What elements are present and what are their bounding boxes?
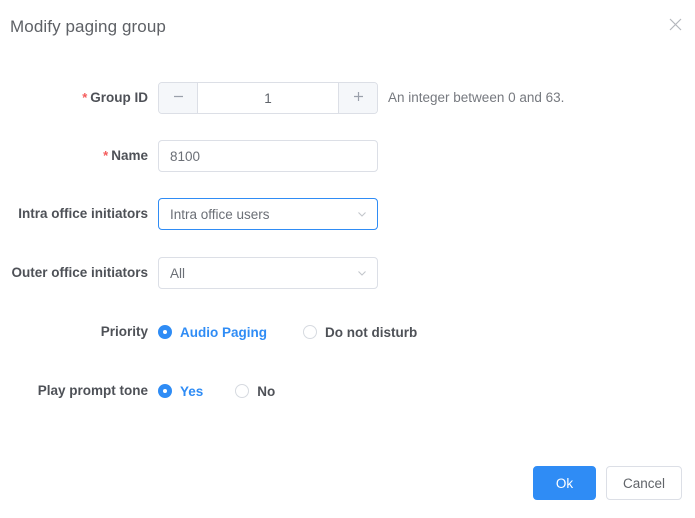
radio-play-prompt-tone-no[interactable]: No [235,384,275,399]
label-priority: Priority [100,324,148,339]
radio-priority-do-not-disturb[interactable]: Do not disturb [303,325,417,340]
radio-priority-audio-paging[interactable]: Audio Paging [158,325,267,340]
label-name: * Name [0,140,158,172]
form-row-play-prompt-tone: Play prompt tone Yes No [0,375,695,407]
modify-paging-group-dialog: Modify paging group * Group ID 1 An inte… [0,0,695,518]
group-id-helper-text: An integer between 0 and 63. [388,90,565,105]
required-asterisk: * [103,148,109,163]
ok-button[interactable]: Ok [533,466,596,500]
group-id-input[interactable]: 1 [198,83,338,113]
form-row-name: * Name [0,140,695,172]
dialog-header: Modify paging group [0,0,695,58]
close-button[interactable] [663,12,687,36]
radio-play-prompt-tone-yes[interactable]: Yes [158,384,203,399]
radio-priority-audio-paging-label: Audio Paging [180,324,267,340]
label-play-prompt-tone: Play prompt tone [37,383,148,398]
outer-office-initiators-value: All [170,265,186,281]
chevron-down-icon [356,267,368,279]
group-id-stepper[interactable]: 1 [158,82,378,114]
label-group-id-text: Group ID [90,90,148,105]
cancel-button[interactable]: Cancel [606,466,682,500]
radio-selected-icon [158,384,172,398]
chevron-down-icon [356,208,368,220]
radio-play-prompt-tone-yes-label: Yes [180,383,204,399]
play-prompt-tone-radio-group: Yes No [158,384,275,399]
outer-office-initiators-select[interactable]: All [158,257,378,289]
form-row-group-id: * Group ID 1 An integer between 0 and 63. [0,82,695,114]
radio-unselected-icon [235,384,250,398]
name-input[interactable] [158,140,378,172]
stepper-decrement-button[interactable] [159,83,198,113]
form-row-priority: Priority Audio Paging Do not disturb [0,316,695,348]
label-intra-office-initiators: Intra office initiators [18,206,148,221]
label-group-id: * Group ID [0,82,158,114]
label-outer-office-initiators: Outer office initiators [11,265,148,280]
label-name-text: Name [111,148,148,163]
radio-play-prompt-tone-no-label: No [257,383,276,399]
form-row-intra-office-initiators: Intra office initiators Intra office use… [0,198,695,230]
minus-icon [172,90,185,107]
stepper-increment-button[interactable] [338,83,377,113]
radio-priority-do-not-disturb-label: Do not disturb [325,324,418,340]
radio-unselected-icon [303,325,317,339]
radio-selected-icon [158,325,172,339]
plus-icon [352,90,365,107]
dialog-footer: Ok Cancel [533,466,682,500]
close-icon [669,18,682,31]
page-title: Modify paging group [10,17,166,36]
required-asterisk: * [82,90,88,105]
priority-radio-group: Audio Paging Do not disturb [158,325,417,340]
intra-office-initiators-value: Intra office users [170,206,270,222]
form-row-outer-office-initiators: Outer office initiators All [0,257,695,289]
intra-office-initiators-select[interactable]: Intra office users [158,198,378,230]
